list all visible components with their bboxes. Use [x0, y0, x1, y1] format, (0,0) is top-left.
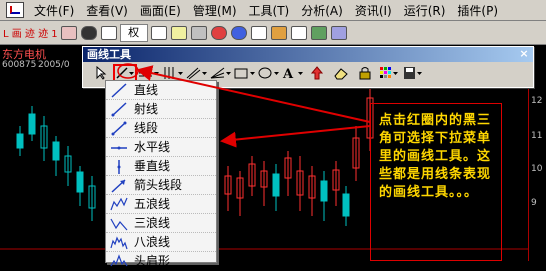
menu-item-label: 箭头线段 — [134, 178, 183, 192]
text-tool-icon[interactable]: A — [281, 64, 305, 82]
ellipse-tool-icon[interactable] — [257, 64, 281, 82]
rectangle-tool-icon[interactable] — [233, 64, 257, 82]
menu-item-label: 三浪线 — [134, 216, 171, 230]
menu-screen[interactable]: 画面(E) — [134, 2, 187, 19]
menu-item-vertical-line[interactable]: 垂直线 — [106, 157, 216, 176]
binoculars-icon[interactable] — [80, 24, 98, 42]
ray-icon — [111, 102, 127, 117]
five-wave-icon — [110, 197, 128, 211]
data-icon[interactable] — [330, 24, 348, 42]
menu-item-label: 八浪线 — [134, 235, 171, 249]
edit-icon[interactable] — [290, 24, 308, 42]
menu-bar: 文件(F) 查看(V) 画面(E) 管理(M) 工具(T) 分析(A) 资讯(I… — [0, 0, 546, 21]
pin-icon[interactable] — [270, 24, 288, 42]
arrow-icon[interactable] — [250, 24, 268, 42]
price-label: 10 — [531, 164, 543, 174]
menu-item-label: 直线 — [134, 83, 159, 97]
help-icon[interactable] — [230, 24, 248, 42]
menu-item-label: 水平线 — [134, 140, 171, 154]
three-wave-icon — [110, 218, 128, 231]
save-icon[interactable] — [401, 64, 425, 82]
menu-plugins[interactable]: 插件(P) — [451, 2, 504, 19]
menu-item-arrow-segment[interactable]: 箭头线段 — [106, 176, 216, 195]
back-icon[interactable] — [60, 24, 78, 42]
menu-item-horizontal-line[interactable]: 水平线 — [106, 138, 216, 157]
vertical-line-icon — [117, 160, 121, 174]
drawing-tools-title: 画线工具 — [87, 48, 131, 61]
menu-item-label: 射线 — [134, 102, 159, 116]
settings-icon[interactable] — [190, 24, 208, 42]
arrow-up-icon[interactable] — [305, 64, 329, 82]
main-toolbar: L 画 迹 迹 1 权 — [0, 21, 546, 45]
head-shoulders-icon — [110, 254, 128, 267]
line-tool-dropdown: 直线 射线 线段 水平线 垂直线 箭头线段 五浪线 三浪线 八浪线 头肩形 — [105, 80, 217, 268]
menu-item-label: 垂直线 — [134, 159, 171, 173]
eight-wave-icon — [110, 236, 128, 250]
eraser-icon[interactable] — [329, 64, 353, 82]
grid-icon[interactable] — [100, 24, 118, 42]
svg-text:A: A — [282, 67, 294, 80]
close-icon[interactable]: × — [518, 48, 530, 60]
rights-combo[interactable]: 权 — [119, 23, 148, 42]
menu-analysis[interactable]: 分析(A) — [295, 2, 349, 19]
app-icon[interactable] — [6, 2, 24, 18]
annotation-callout: 点击红圈内的黑三角可选择下拉菜单里的画线工具。这些都是用线条表现的画线工具。。。 — [370, 103, 502, 261]
menu-item-segment[interactable]: 线段 — [106, 119, 216, 138]
menu-item-straight-line[interactable]: 直线 — [106, 81, 216, 100]
menu-tools[interactable]: 工具(T) — [243, 2, 296, 19]
price-label: 11 — [531, 131, 543, 141]
drawing-tools-titlebar[interactable]: 画线工具 × — [83, 47, 533, 62]
menu-item-label: 五浪线 — [134, 197, 171, 211]
price-label: 12 — [531, 96, 543, 106]
menu-item-ray[interactable]: 射线 — [106, 100, 216, 119]
menu-file[interactable]: 文件(F) — [28, 2, 80, 19]
straight-line-icon — [111, 83, 127, 98]
annotation-text: 点击红圈内的黑三角可选择下拉菜单里的画线工具。这些都是用线条表现的画线工具。。。 — [379, 113, 492, 200]
arrow-segment-icon — [111, 179, 126, 193]
price-label: 9 — [531, 198, 537, 208]
menu-run[interactable]: 运行(R) — [398, 2, 452, 19]
color-palette-icon[interactable] — [377, 64, 401, 82]
toolbar-left-label[interactable]: L 画 迹 迹 1 — [3, 24, 58, 42]
report-icon[interactable] — [170, 24, 188, 42]
menu-item-five-wave[interactable]: 五浪线 — [106, 195, 216, 214]
menu-item-head-shoulders[interactable]: 头肩形 — [106, 252, 216, 271]
stock-code: 600875 — [2, 60, 37, 70]
menu-item-label: 线段 — [134, 121, 159, 135]
menu-item-eight-wave[interactable]: 八浪线 — [106, 233, 216, 252]
menu-item-label: 头肩形 — [134, 254, 171, 268]
lock-icon[interactable] — [353, 64, 377, 82]
menu-manage[interactable]: 管理(M) — [187, 2, 243, 19]
menu-item-three-wave[interactable]: 三浪线 — [106, 214, 216, 233]
menu-view[interactable]: 查看(V) — [80, 2, 134, 19]
chart-icon[interactable] — [310, 24, 328, 42]
menu-info[interactable]: 资讯(I) — [349, 2, 398, 19]
segment-icon — [111, 121, 127, 136]
page-icon[interactable] — [150, 24, 168, 42]
alarm-icon[interactable] — [210, 24, 228, 42]
horizontal-line-icon — [111, 146, 127, 150]
stock-date: 2005/0 — [38, 60, 70, 70]
